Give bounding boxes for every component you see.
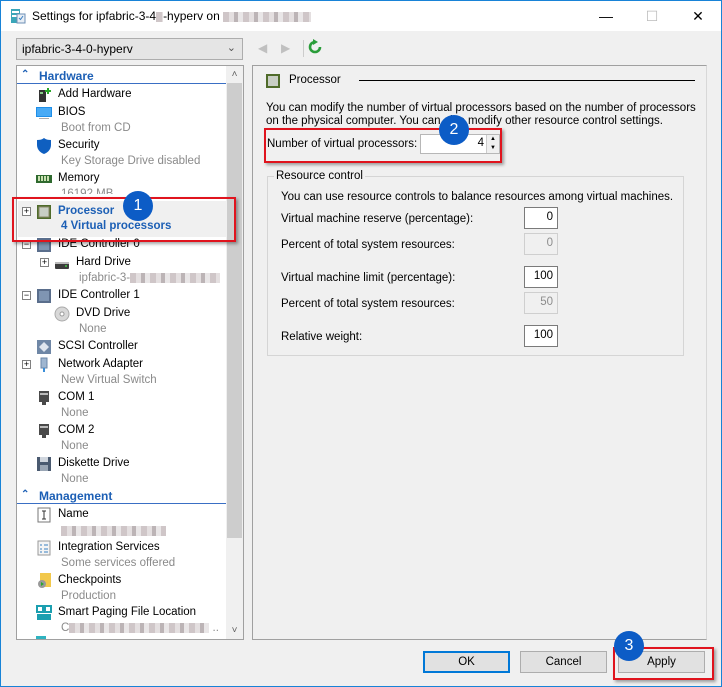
name-icon xyxy=(37,507,51,523)
settings-window: Settings for ipfabric-3-4 -hyperv on — ☐ … xyxy=(0,0,722,687)
settings-app-icon xyxy=(11,9,26,24)
collapse-chevrons-icon[interactable]: ⌃ xyxy=(21,69,29,80)
refresh-icon[interactable] xyxy=(308,39,322,55)
collapse-toggle[interactable]: − xyxy=(22,291,31,300)
limit-percent-row: Percent of total system resources: 50 xyxy=(281,292,681,316)
annotation-badge-2: 2 xyxy=(439,115,469,145)
resource-control-description: You can use resource controls to balance… xyxy=(281,191,674,203)
annotation-badge-1: 1 xyxy=(123,191,153,221)
redacted-text xyxy=(156,11,164,22)
close-button[interactable]: ✕ xyxy=(675,1,721,31)
scroll-up-arrow[interactable]: ˄ xyxy=(226,66,243,83)
scroll-down-arrow[interactable]: ˅ xyxy=(226,622,243,639)
add-hardware-icon xyxy=(39,88,51,102)
vm-reserve-row: Virtual machine reserve (percentage): 0 xyxy=(281,207,681,231)
limit-percent-field: 50 xyxy=(524,292,558,314)
expand-toggle[interactable]: + xyxy=(40,258,49,267)
processor-heading: Processor xyxy=(265,73,695,89)
network-adapter-icon xyxy=(40,357,48,372)
window-title: Settings for ipfabric-3-4 -hyperv on xyxy=(32,9,312,23)
bios-icon xyxy=(36,107,52,119)
back-button[interactable]: ◀ xyxy=(258,41,267,55)
reserve-percent-field: 0 xyxy=(524,233,558,255)
shield-icon xyxy=(37,138,51,154)
heading-rule xyxy=(359,80,695,81)
redacted-text xyxy=(130,272,221,283)
settings-tree: ⌃ Hardware Add Hardware BIOS Boot from CD… xyxy=(16,65,244,640)
ide-controller-icon xyxy=(37,289,51,303)
relative-weight-input[interactable]: 100 xyxy=(524,325,558,347)
reserve-percent-row: Percent of total system resources: 0 xyxy=(281,233,681,257)
partial-next-item-icon xyxy=(36,636,46,639)
hard-drive-icon xyxy=(55,262,69,269)
integration-icon xyxy=(37,540,51,556)
redacted-vm-name xyxy=(61,525,166,536)
redacted-path xyxy=(69,622,210,633)
paging-icon xyxy=(36,605,52,620)
floppy-icon xyxy=(37,457,51,471)
processor-icon xyxy=(266,74,280,88)
title-bar: Settings for ipfabric-3-4 -hyperv on — ☐ … xyxy=(1,1,721,31)
forward-button[interactable]: ▶ xyxy=(281,41,290,55)
group-hardware[interactable]: ⌃ Hardware xyxy=(17,68,227,84)
processor-description: You can modify the number of virtual pro… xyxy=(266,102,696,127)
ok-button[interactable]: OK xyxy=(423,651,510,673)
toolbar-divider xyxy=(303,40,304,57)
chevron-down-icon: ⌄ xyxy=(226,42,236,54)
resource-control-legend: Resource control xyxy=(274,170,365,182)
dvd-icon xyxy=(54,306,70,322)
vm-limit-input[interactable]: 100 xyxy=(524,266,558,288)
group-management[interactable]: ⌃ Management xyxy=(17,488,227,504)
scsi-icon xyxy=(37,340,51,354)
resource-control-group: Resource control You can use resource co… xyxy=(267,170,684,356)
checkpoints-icon xyxy=(38,573,51,588)
relative-weight-row: Relative weight: 100 xyxy=(281,325,681,349)
annotation-badge-3: 3 xyxy=(614,631,644,661)
com-port-icon xyxy=(39,391,49,405)
com-port-icon xyxy=(39,424,49,438)
minimize-button[interactable]: — xyxy=(583,1,629,31)
maximize-button[interactable]: ☐ xyxy=(629,1,675,31)
vm-limit-row: Virtual machine limit (percentage): 100 xyxy=(281,266,681,290)
scrollbar-thumb[interactable] xyxy=(227,83,242,538)
expand-toggle[interactable]: + xyxy=(22,360,31,369)
redacted-hostname xyxy=(223,11,312,22)
memory-icon xyxy=(36,175,52,183)
vm-reserve-input[interactable]: 0 xyxy=(524,207,558,229)
cancel-button[interactable]: Cancel xyxy=(520,651,607,673)
tree-scrollbar[interactable]: ˄ ˅ xyxy=(226,66,243,639)
vm-select-dropdown[interactable]: ipfabric-3-4-0-hyperv ⌄ xyxy=(16,38,243,60)
collapse-chevrons-icon[interactable]: ⌃ xyxy=(21,489,29,500)
